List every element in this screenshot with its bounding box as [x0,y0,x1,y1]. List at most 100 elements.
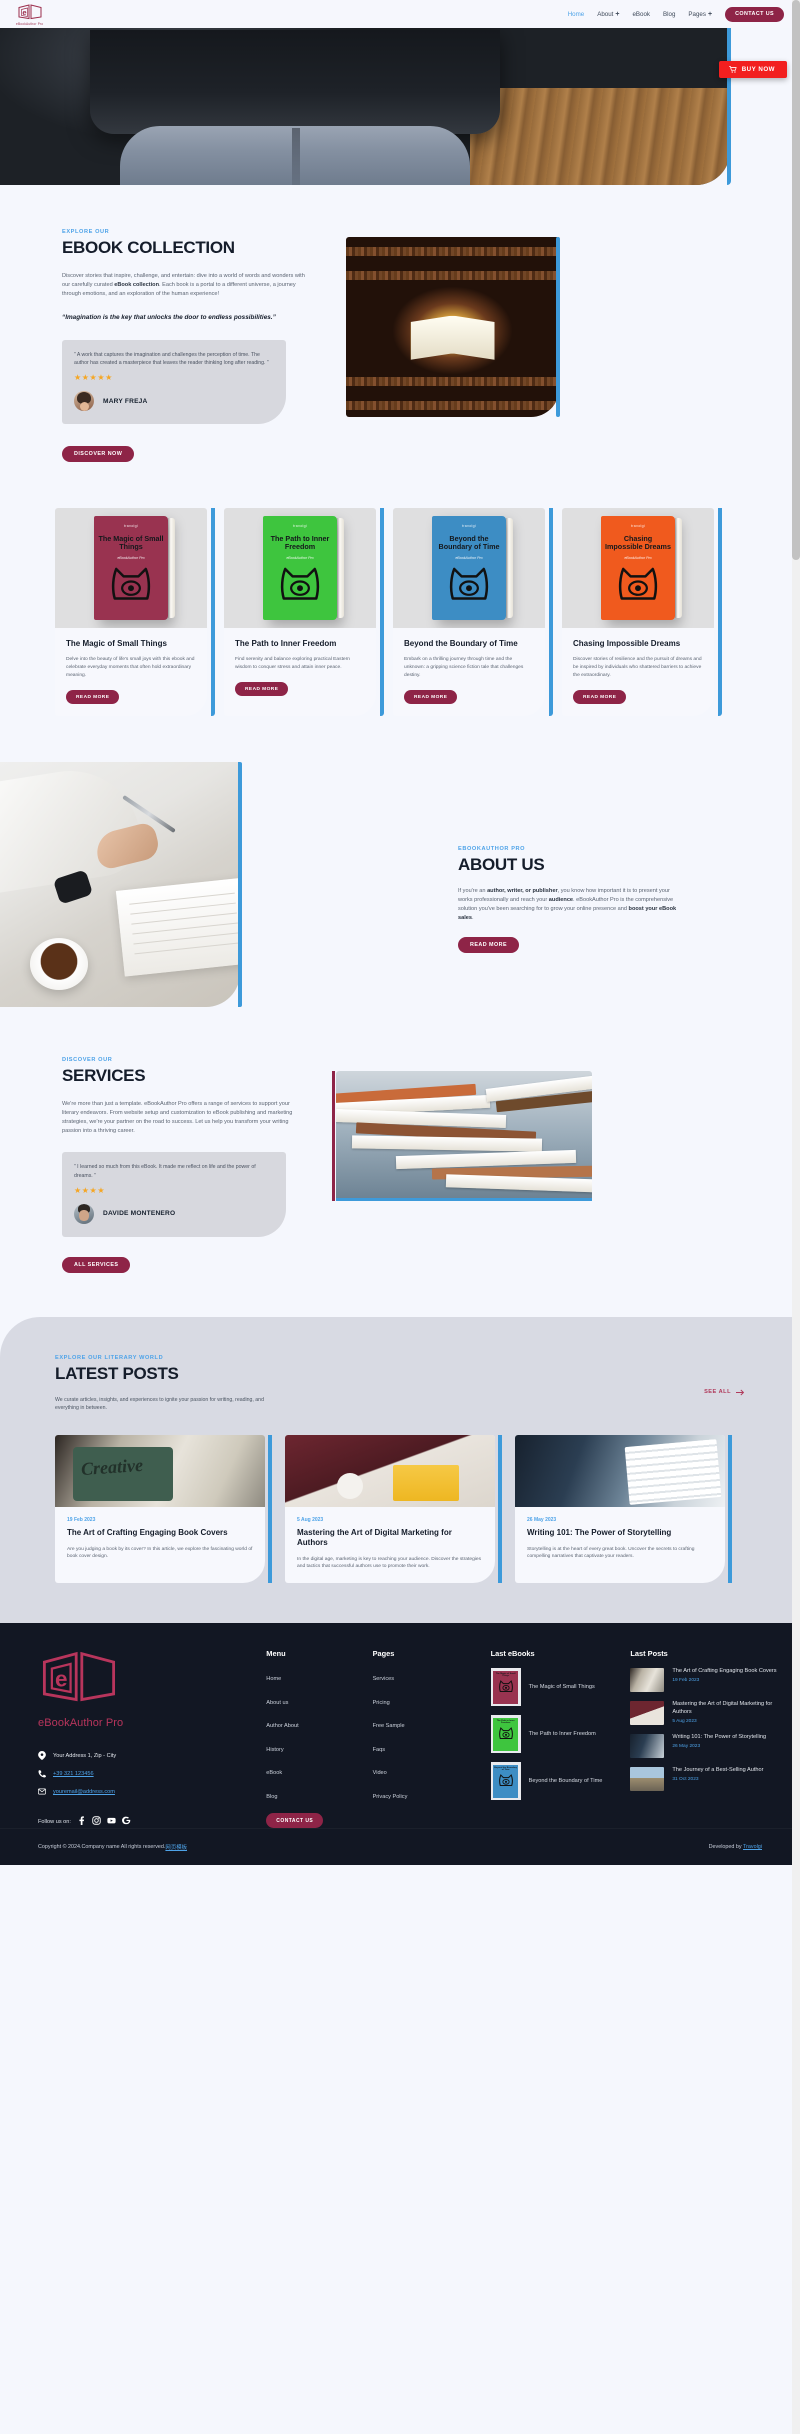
services-text-column: DISCOVER OUR SERVICES We're more than ju… [0,1049,330,1273]
collection-testimonial-card: ” A work that captures the imagination a… [62,339,286,425]
footer-link-about-us[interactable]: About us [266,1700,288,1706]
footer-post-item[interactable]: Writing 101: The Power of Storytelling 2… [630,1734,778,1759]
about-read-more-button[interactable]: READ MORE [458,937,519,954]
post-date: 26 May 2023 [527,1516,557,1523]
footer-link-author-about[interactable]: Author About [266,1723,298,1729]
book-cover-thumb: travolgi Chasing Impossible Dreams eBook… [562,508,714,629]
footer-post-item[interactable]: The Art of Crafting Engaging Book Covers… [630,1668,778,1693]
cat-mascot-icon [498,1726,513,1739]
post-description: Are you judging a book by its cover? In … [67,1546,253,1560]
services-section: DISCOVER OUR SERVICES We're more than ju… [0,1049,800,1317]
book-description: Find serenity and balance exploring prac… [235,657,350,671]
cat-mascot-icon [277,566,323,600]
footer-link-ebook[interactable]: eBook [266,1770,282,1776]
footer-email-line: youremail@address.com [38,1787,266,1796]
footer-link-video[interactable]: Video [373,1770,387,1776]
read-more-button[interactable]: READ MORE [573,690,627,705]
site-footer: e eBookAuthor Pro Your Address 1, Zip - … [0,1623,800,1829]
book-cover-thumb: travolgi The Path to Inner Freedom eBook… [224,508,376,629]
books-grid: travolgi The Magic of Small Things eBook… [0,462,800,717]
cover-brand: travolgi [124,524,138,529]
ebook-cover: The Magic of Small Things [493,1670,519,1704]
footer-ebook-item[interactable]: The Path to Inner Freedom The Path to In… [490,1715,631,1754]
brand-logo-group[interactable]: e eBookAuthor Pro [16,3,43,26]
ebook-thumb: The Magic of Small Things [490,1668,521,1707]
post-thumb [630,1701,665,1726]
nav-item-pages[interactable]: Pages + [688,11,712,18]
see-all-link[interactable]: SEE ALL [704,1389,745,1396]
footer-ebook-item[interactable]: The Magic of Small Things The Magic of S… [490,1668,631,1707]
footer-link-privacy-policy[interactable]: Privacy Policy [373,1794,408,1800]
developer-link[interactable]: Travolgi [743,1844,762,1850]
posts-paragraph: We curate articles, insights, and experi… [55,1396,264,1412]
nav-item-about[interactable]: About + [597,11,619,18]
footer-link-history[interactable]: History [266,1747,283,1753]
book-cover: travolgi Chasing Impossible Dreams eBook… [601,516,682,621]
post-card[interactable]: 5 Aug 2023 Mastering the Art of Digital … [285,1434,502,1584]
discover-now-button[interactable]: DISCOVER NOW [62,446,135,463]
contact-us-button[interactable]: CONTACT US [725,6,784,22]
copyright-link[interactable]: 网页模板 [165,1843,187,1851]
library-photo [346,237,559,417]
footer-link-free-sample[interactable]: Free Sample [373,1723,405,1729]
nav-item-home[interactable]: Home [568,11,585,18]
footer-link-home[interactable]: Home [266,1676,281,1682]
cover-title: The Path to Inner Freedom [270,534,330,552]
footer-link-pricing[interactable]: Pricing [373,1700,390,1706]
services-blue-edge [336,1198,592,1202]
nav-item-blog[interactable]: Blog [663,11,675,18]
collection-blue-edge [556,237,560,417]
all-services-button[interactable]: ALL SERVICES [62,1256,131,1273]
collection-title: EBOOK COLLECTION [62,238,235,257]
footer-post-item[interactable]: The Journey of a Best-Selling Author 31 … [630,1767,778,1792]
post-card[interactable]: 26 May 2023 Writing 101: The Power of St… [515,1434,732,1584]
book-card[interactable]: travolgi Chasing Impossible Dreams eBook… [562,508,722,717]
google-icon[interactable] [121,1816,131,1827]
footer-contact-us-button[interactable]: CONTACT US [266,1813,324,1829]
chevron-plus-icon: + [707,10,713,18]
read-more-button[interactable]: READ MORE [66,690,120,705]
shelf-decor [346,247,559,256]
buy-now-button[interactable]: BUY NOW [718,61,787,78]
services-maroon-edge [332,1071,335,1202]
footer-email-link[interactable]: youremail@address.com [53,1789,115,1795]
collection-eyebrow: EXPLORE OUR [62,229,110,235]
cover-brand: travolgi [631,524,645,529]
about-blue-edge [238,762,242,1008]
book-card[interactable]: travolgi The Magic of Small Things eBook… [55,508,215,717]
read-more-button[interactable]: READ MORE [404,690,458,705]
cover-subtitle: eBookAuthor Pro [455,555,483,560]
post-card[interactable]: 19 Feb 2023 The Art of Crafting Engaging… [55,1434,272,1584]
cover-title: Chasing Impossible Dreams [605,534,671,552]
facebook-icon[interactable] [77,1816,86,1827]
nav-item-ebook[interactable]: eBook [632,11,650,18]
ebook-title: Beyond the Boundary of Time [528,1777,603,1784]
post-date: 5 Aug 2023 [672,1718,697,1724]
youtube-icon[interactable] [107,1816,116,1827]
footer-link-faqs[interactable]: Faqs [373,1747,385,1753]
services-eyebrow: DISCOVER OUR [62,1057,113,1064]
posts-eyebrow: EXPLORE OUR LITERARY WORLD [55,1354,164,1361]
footer-ebook-item[interactable]: Beyond the Boundary of Time Beyond the B… [490,1762,631,1801]
book-card[interactable]: travolgi The Path to Inner Freedom eBook… [224,508,384,717]
post-thumb [630,1668,665,1693]
testimonial-text: ” I learned so much from this eBook. It … [74,1164,256,1179]
footer-post-item[interactable]: Mastering the Art of Digital Marketing f… [630,1701,778,1726]
collection-image-column [330,229,800,462]
read-more-button[interactable]: READ MORE [235,682,289,697]
footer-link-services[interactable]: Services [373,1676,394,1682]
post-description: In the digital age, marketing is key to … [297,1556,482,1570]
svg-text:e: e [55,1667,67,1692]
footer-phone-link[interactable]: +39 321 123456 [53,1771,94,1777]
book-description: Discover stories of resilience and the p… [573,657,702,679]
scrollbar-thumb[interactable] [792,0,800,560]
open-book-e-logo-icon: e [42,1652,116,1702]
about-photo [0,762,240,1008]
footer-link-blog[interactable]: Blog [266,1794,277,1800]
book-card[interactable]: travolgi Beyond the Boundary of Time eBo… [393,508,553,717]
cat-mascot-icon [498,1773,513,1786]
instagram-icon[interactable] [92,1816,101,1827]
about-paragraph: If you're an author, writer, or publishe… [458,888,677,922]
phone-icon [38,1770,46,1778]
shelf-decor [346,401,559,410]
